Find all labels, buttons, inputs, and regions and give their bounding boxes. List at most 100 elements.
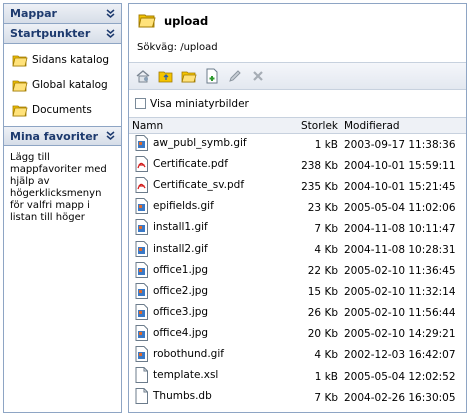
show-thumbnails-checkbox[interactable] xyxy=(135,98,146,109)
file-size: 235 Kb xyxy=(301,180,338,193)
start-item-label: Sidans katalog xyxy=(32,53,110,66)
table-row[interactable]: install2.gif 4 Kb 2004-11-08 10:28:31 xyxy=(129,239,466,260)
file-name[interactable]: office2.jpg xyxy=(153,285,208,297)
file-name[interactable]: Thumbs.db xyxy=(153,390,212,402)
table-row[interactable]: aw_publ_symb.gif 1 kB 2003-09-17 11:38:36 xyxy=(129,134,466,156)
file-size: 1 kB xyxy=(314,370,338,383)
file-modified: 2005-02-10 11:56:44 xyxy=(344,307,456,320)
file-name-cell[interactable]: install2.gif xyxy=(129,239,295,260)
column-size-header[interactable]: Storlek xyxy=(295,118,341,134)
file-name[interactable]: install1.gif xyxy=(153,221,208,233)
file-name[interactable]: template.xsl xyxy=(153,369,218,381)
column-modified-header[interactable]: Modifierad xyxy=(341,118,466,134)
file-name-cell[interactable]: install1.gif xyxy=(129,218,295,239)
image-file-icon xyxy=(135,240,148,257)
show-thumbnails-row[interactable]: Visa miniatyrbilder xyxy=(129,90,466,118)
file-name-cell[interactable]: Thumbs.db xyxy=(129,387,295,408)
edit-icon[interactable] xyxy=(225,66,245,86)
file-name[interactable]: office4.jpg xyxy=(153,327,208,339)
table-row[interactable]: office1.jpg 22 Kb 2005-02-10 11:36:45 xyxy=(129,261,466,282)
show-thumbnails-label: Visa miniatyrbilder xyxy=(150,97,249,110)
folder-title: upload xyxy=(164,14,209,28)
file-name[interactable]: Certificate.pdf xyxy=(153,158,228,170)
file-name[interactable]: office1.jpg xyxy=(153,264,208,276)
file-size: 23 Kb xyxy=(307,201,338,214)
favorites-help-text: Lägg till mappfavoriter med hjälp av hög… xyxy=(10,152,107,223)
file-size: 7 Kb xyxy=(314,391,338,404)
file-name-cell[interactable]: office4.jpg xyxy=(129,324,295,345)
file-name[interactable]: robothund.gif xyxy=(153,348,224,360)
table-row[interactable]: office2.jpg 15 Kb 2005-02-10 11:32:14 xyxy=(129,282,466,303)
file-name-cell[interactable]: aw_publ_symb.gif xyxy=(129,134,295,156)
file-name-cell[interactable]: office3.jpg xyxy=(129,303,295,324)
table-row[interactable]: Certificate_sv.pdf 235 Kb 2004-10-01 15:21… xyxy=(129,176,466,197)
collapse-chevron-icon[interactable] xyxy=(106,131,115,141)
file-name-cell[interactable]: Certificate_sv.pdf xyxy=(129,176,295,197)
table-row[interactable]: Thumbs.db 7 Kb 2004-02-26 16:30:05 xyxy=(129,387,466,408)
file-modified: 2002-12-03 16:42:07 xyxy=(344,349,456,362)
file-name-cell[interactable]: office1.jpg xyxy=(129,261,295,282)
file-size: 20 Kb xyxy=(307,328,338,341)
table-row[interactable]: epifields.gif 23 Kb 2005-05-04 11:02:06 xyxy=(129,197,466,218)
file-name-cell[interactable]: robothund.gif xyxy=(129,345,295,366)
collapse-chevron-icon[interactable] xyxy=(106,28,115,39)
file-name[interactable]: aw_publ_symb.gif xyxy=(153,137,247,149)
mappar-header[interactable]: Mappar xyxy=(4,4,121,24)
folder-icon xyxy=(12,78,28,92)
file-size: 22 Kb xyxy=(307,265,338,278)
favorites-header[interactable]: Mina favoriter xyxy=(4,126,121,146)
file-modified: 2004-11-08 10:11:47 xyxy=(344,222,456,235)
file-name-cell[interactable]: office2.jpg xyxy=(129,282,295,303)
folder-icon xyxy=(12,53,28,67)
favorites-title: Mina favoriter xyxy=(10,129,99,143)
file-name[interactable]: install2.gif xyxy=(153,243,208,255)
file-modified: 2004-10-01 15:59:11 xyxy=(344,159,456,172)
file-browser-panel: upload Sökväg: /upload Visa miniatyrbild… xyxy=(128,3,467,413)
start-item-global-katalog[interactable]: Global katalog xyxy=(4,72,121,97)
folder-path: Sökväg: /upload xyxy=(137,42,218,53)
new-folder-icon[interactable] xyxy=(179,66,199,86)
home-icon[interactable] xyxy=(133,66,153,86)
start-points-list: Sidans katalog Global katalog Documents xyxy=(4,44,121,126)
table-row[interactable]: office4.jpg 20 Kb 2005-02-10 14:29:21 xyxy=(129,324,466,345)
file-size: 4 Kb xyxy=(314,244,338,257)
file-size: 4 Kb xyxy=(314,349,338,362)
collapse-chevron-icon[interactable] xyxy=(106,8,115,19)
file-name-cell[interactable]: template.xsl xyxy=(129,366,295,387)
image-file-icon xyxy=(135,261,148,278)
column-name-header[interactable]: Namn xyxy=(129,118,295,134)
image-file-icon xyxy=(135,303,148,320)
file-size: 238 Kb xyxy=(301,159,338,172)
start-item-sidans-katalog[interactable]: Sidans katalog xyxy=(4,47,121,72)
delete-icon[interactable] xyxy=(248,66,268,86)
file-size: 26 Kb xyxy=(307,307,338,320)
file-modified: 2005-05-04 12:02:52 xyxy=(344,370,456,383)
file-modified: 2005-02-10 11:36:45 xyxy=(344,265,456,278)
image-file-icon xyxy=(135,324,148,341)
file-size: 15 Kb xyxy=(307,286,338,299)
file-name[interactable]: epifields.gif xyxy=(153,200,214,212)
document-file-icon xyxy=(135,367,148,384)
file-name[interactable]: office3.jpg xyxy=(153,306,208,318)
table-row[interactable]: template.xsl 1 kB 2005-05-04 12:02:52 xyxy=(129,366,466,387)
table-row[interactable]: office3.jpg 26 Kb 2005-02-10 11:56:44 xyxy=(129,303,466,324)
folder-icon xyxy=(138,12,156,31)
file-modified: 2005-02-10 14:29:21 xyxy=(344,328,456,341)
folder-up-icon[interactable] xyxy=(156,66,176,86)
startpunkter-header[interactable]: Startpunkter xyxy=(4,24,121,44)
file-modified: 2005-02-10 11:32:14 xyxy=(344,286,456,299)
file-name-cell[interactable]: Certificate.pdf xyxy=(129,155,295,176)
toolbar xyxy=(129,63,466,90)
folders-panel: Mappar Startpunkter Sidans katalog Globa… xyxy=(3,3,122,413)
image-file-icon xyxy=(135,345,148,362)
pdf-file-icon xyxy=(135,156,148,173)
file-name-cell[interactable]: epifields.gif xyxy=(129,197,295,218)
table-row[interactable]: robothund.gif 4 Kb 2002-12-03 16:42:07 xyxy=(129,345,466,366)
pdf-file-icon xyxy=(135,177,148,194)
startpunkter-title: Startpunkter xyxy=(10,27,91,40)
start-item-documents[interactable]: Documents xyxy=(4,97,121,122)
table-row[interactable]: install1.gif 7 Kb 2004-11-08 10:11:47 xyxy=(129,218,466,239)
table-row[interactable]: Certificate.pdf 238 Kb 2004-10-01 15:59:11 xyxy=(129,155,466,176)
file-name[interactable]: Certificate_sv.pdf xyxy=(153,179,244,191)
new-file-icon[interactable] xyxy=(202,66,222,86)
